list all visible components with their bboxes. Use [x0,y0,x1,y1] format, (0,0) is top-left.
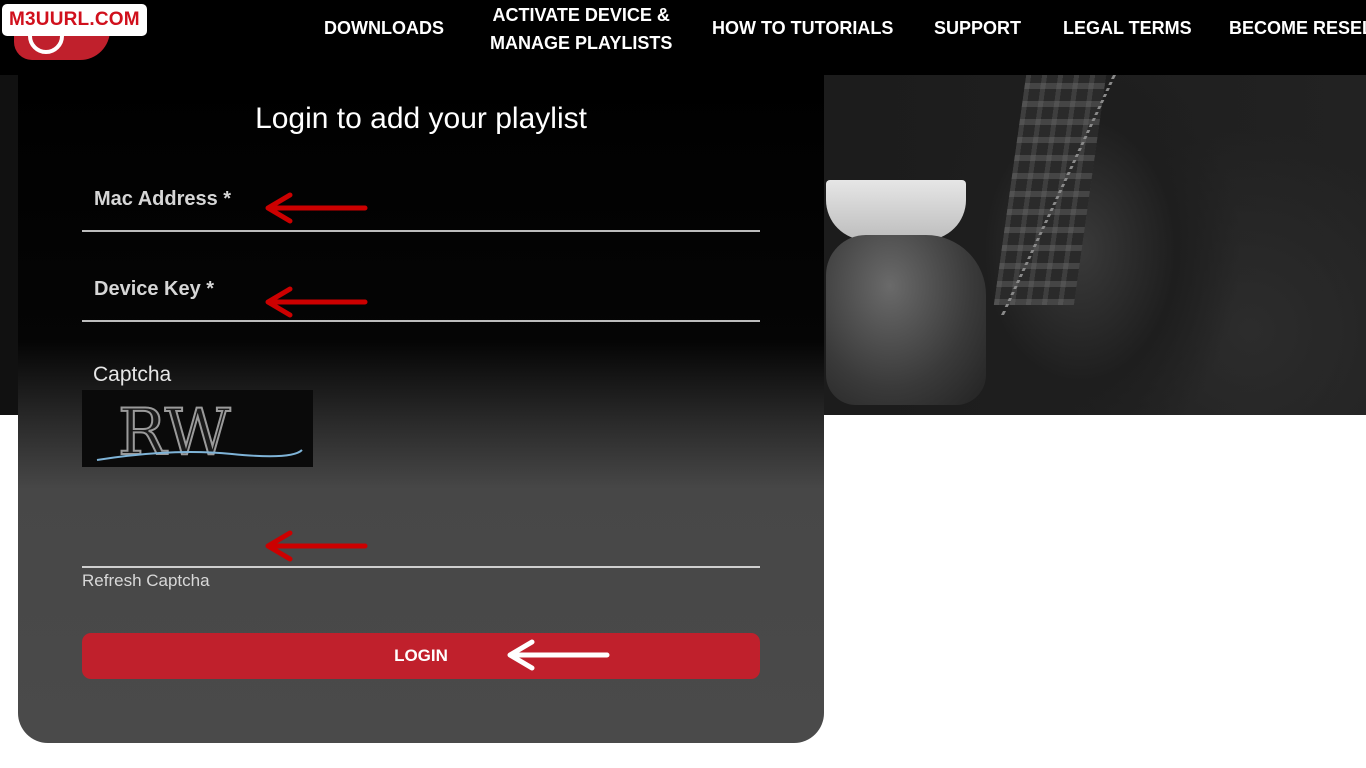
nav-become-reseller[interactable]: BECOME RESELLER [1229,14,1366,42]
arrow-left-icon [507,639,610,671]
nav-support[interactable]: SUPPORT [934,14,1021,42]
nav-activate-line1: ACTIVATE DEVICE & [492,5,670,25]
device-key-input[interactable] [82,272,760,320]
login-card: Login to add your playlist Mac Address *… [18,75,824,743]
nav-legal-terms[interactable]: LEGAL TERMS [1063,14,1192,42]
refresh-captcha-link[interactable]: Refresh Captcha [82,571,210,591]
captcha-image: RW [82,390,313,467]
captcha-graphic: RW [96,395,303,467]
captcha-text: RW [118,396,231,467]
brand-watermark: M3UURL.COM [2,4,147,36]
device-key-field[interactable]: Device Key * [82,272,760,322]
captcha-input[interactable] [82,518,760,566]
mac-address-field[interactable]: Mac Address * [82,182,760,232]
arrow-left-icon [265,286,368,318]
arrow-left-icon [265,530,368,562]
nav-activate-line2: MANAGE PLAYLISTS [490,33,673,53]
hero-hand [826,235,986,405]
mac-address-input[interactable] [82,182,760,230]
hero-bowl [826,180,966,240]
login-button[interactable]: LOGIN [82,633,760,679]
nav-downloads[interactable]: DOWNLOADS [324,14,444,42]
nav-how-to-tutorials[interactable]: HOW TO TUTORIALS [712,14,893,42]
arrow-left-icon [265,192,368,224]
nav-activate-device[interactable]: ACTIVATE DEVICE & MANAGE PLAYLISTS [490,1,672,57]
login-title: Login to add your playlist [255,102,587,135]
top-navigation-bar: M3UURL.COM DOWNLOADS ACTIVATE DEVICE & M… [0,0,1366,75]
captcha-input-field[interactable] [82,518,760,568]
captcha-label: Captcha [93,363,172,386]
